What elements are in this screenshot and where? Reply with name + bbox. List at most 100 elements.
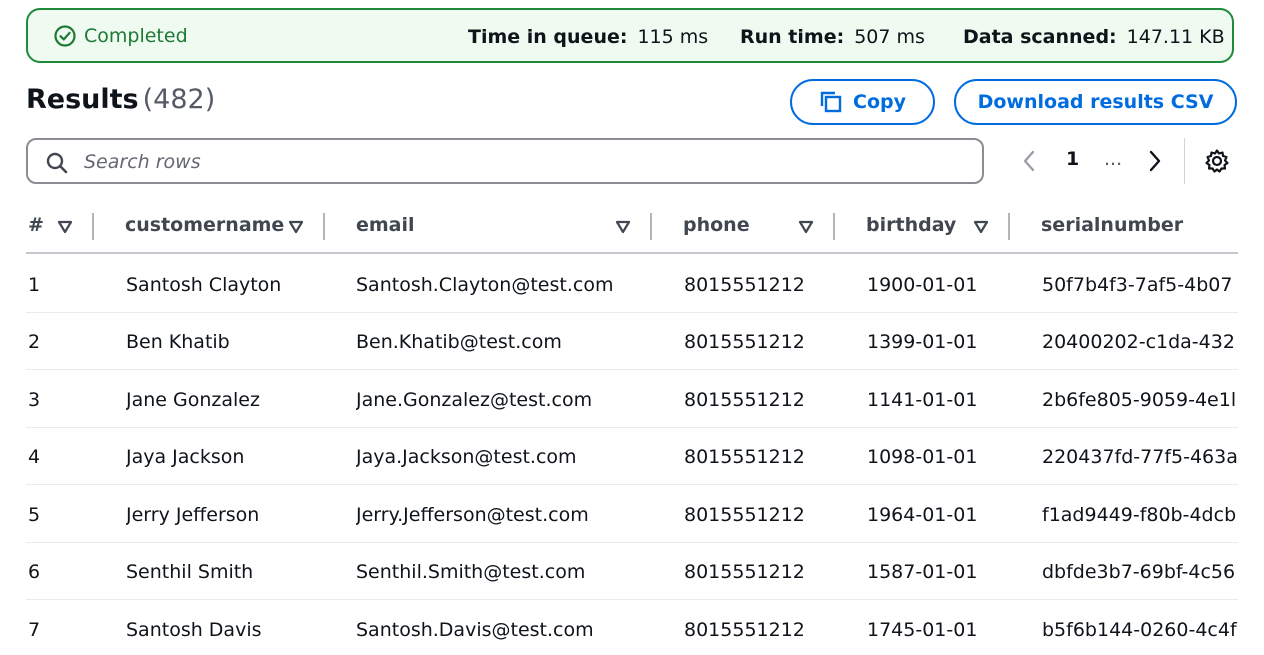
cell-customername: Senthil Smith <box>126 561 254 583</box>
cell-birthday: 1399-01-01 <box>867 331 978 353</box>
download-csv-button[interactable]: Download results CSV <box>954 79 1237 125</box>
cell-email: Jane.Gonzalez@test.com <box>356 389 593 411</box>
cell-serialnumber: 220437fd-77f5-463a <box>1042 446 1238 468</box>
cell-birthday: 1964-01-01 <box>867 504 978 526</box>
cell-index: 6 <box>28 561 41 583</box>
column-resizer[interactable] <box>833 213 835 240</box>
cell-email: Senthil.Smith@test.com <box>356 561 586 583</box>
search-input[interactable] <box>82 148 966 176</box>
cell-serialnumber: 2b6fe805-9059-4e1l <box>1042 389 1237 411</box>
cell-index: 7 <box>28 619 41 641</box>
results-table: # customername email phone birthday seri… <box>26 200 1238 655</box>
sort-down-icon[interactable] <box>57 220 73 234</box>
next-page-button[interactable] <box>1146 148 1164 179</box>
column-header-index[interactable]: # <box>28 214 44 236</box>
cell-index: 1 <box>28 274 41 296</box>
cell-customername: Jerry Jefferson <box>126 504 260 526</box>
cell-birthday: 1900-01-01 <box>867 274 978 296</box>
metric-value: 507 ms <box>854 26 925 48</box>
cell-serialnumber: 20400202-c1da-432 <box>1042 331 1235 353</box>
status-label: Completed <box>84 25 188 47</box>
cell-serialnumber: 50f7b4f3-7af5-4b07 <box>1042 274 1233 296</box>
cell-phone: 8015551212 <box>684 274 805 296</box>
table-row[interactable]: 3 Jane Gonzalez Jane.Gonzalez@test.com 8… <box>26 371 1238 428</box>
cell-email: Santosh.Clayton@test.com <box>356 274 614 296</box>
column-resizer[interactable] <box>92 213 94 240</box>
cell-index: 2 <box>28 331 41 353</box>
column-header-serialnumber[interactable]: serialnumber <box>1041 214 1183 236</box>
metric-run-time: Run time: 507 ms <box>740 26 925 48</box>
table-preferences-button[interactable] <box>1204 148 1230 179</box>
sort-down-icon[interactable] <box>615 220 631 234</box>
search-icon <box>46 152 68 174</box>
sort-down-icon[interactable] <box>973 220 989 234</box>
cell-phone: 8015551212 <box>684 619 805 641</box>
metric-label: Run time: <box>740 26 845 48</box>
column-header-customername[interactable]: customername <box>125 214 284 236</box>
search-box <box>26 138 984 184</box>
previous-page-button[interactable] <box>1020 148 1038 179</box>
metric-time-in-queue: Time in queue: 115 ms <box>468 26 708 48</box>
cell-email: Jaya.Jackson@test.com <box>356 446 577 468</box>
cell-customername: Santosh Clayton <box>126 274 282 296</box>
pagination-divider <box>1184 138 1185 184</box>
cell-birthday: 1098-01-01 <box>867 446 978 468</box>
cell-serialnumber: b5f6b144-0260-4c4f <box>1042 619 1237 641</box>
table-row[interactable]: 5 Jerry Jefferson Jerry.Jefferson@test.c… <box>26 486 1238 543</box>
column-resizer[interactable] <box>1008 213 1010 240</box>
metric-label: Data scanned: <box>963 26 1117 48</box>
chevron-left-icon <box>1023 150 1035 172</box>
cell-customername: Ben Khatib <box>126 331 230 353</box>
cell-index: 4 <box>28 446 41 468</box>
cell-customername: Santosh Davis <box>126 619 262 641</box>
sort-down-icon[interactable] <box>798 220 814 234</box>
results-count: (482) <box>142 84 216 115</box>
table-header: # customername email phone birthday seri… <box>26 200 1238 254</box>
cell-birthday: 1141-01-01 <box>867 389 978 411</box>
column-resizer[interactable] <box>323 213 325 240</box>
cell-birthday: 1745-01-01 <box>867 619 978 641</box>
check-circle-icon <box>54 25 76 47</box>
copy-icon <box>820 91 842 113</box>
cell-phone: 8015551212 <box>684 504 805 526</box>
cell-email: Jerry.Jefferson@test.com <box>356 504 589 526</box>
chevron-right-icon <box>1149 150 1161 172</box>
cell-index: 3 <box>28 389 41 411</box>
metric-value: 115 ms <box>637 26 709 48</box>
table-row[interactable]: 6 Senthil Smith Senthil.Smith@test.com 8… <box>26 543 1238 600</box>
cell-index: 5 <box>28 504 41 526</box>
cell-customername: Jaya Jackson <box>126 446 245 468</box>
cell-phone: 8015551212 <box>684 561 805 583</box>
cell-serialnumber: f1ad9449-f80b-4dcb <box>1042 504 1237 526</box>
cell-birthday: 1587-01-01 <box>867 561 978 583</box>
page-1-button[interactable]: 1 <box>1066 148 1079 170</box>
column-resizer[interactable] <box>650 213 652 240</box>
column-header-birthday[interactable]: birthday <box>866 214 956 236</box>
copy-button[interactable]: Copy <box>790 79 935 125</box>
metric-value: 147.11 KB <box>1126 26 1225 48</box>
table-row[interactable]: 4 Jaya Jackson Jaya.Jackson@test.com 801… <box>26 428 1238 485</box>
cell-phone: 8015551212 <box>684 389 805 411</box>
column-header-email[interactable]: email <box>356 214 415 236</box>
column-header-phone[interactable]: phone <box>683 214 750 236</box>
download-csv-label: Download results CSV <box>977 91 1214 113</box>
table-row[interactable]: 2 Ben Khatib Ben.Khatib@test.com 8015551… <box>26 313 1238 370</box>
cell-phone: 8015551212 <box>684 446 805 468</box>
metric-label: Time in queue: <box>468 26 628 48</box>
cell-email: Ben.Khatib@test.com <box>356 331 562 353</box>
status-completed: Completed <box>54 25 188 47</box>
cell-email: Santosh.Davis@test.com <box>356 619 594 641</box>
copy-button-label: Copy <box>853 91 906 113</box>
table-row[interactable]: 7 Santosh Davis Santosh.Davis@test.com 8… <box>26 601 1238 655</box>
pagination-ellipsis: ... <box>1104 148 1123 170</box>
metric-data-scanned: Data scanned: 147.11 KB <box>963 26 1225 48</box>
gear-icon <box>1205 149 1229 173</box>
cell-customername: Jane Gonzalez <box>126 389 260 411</box>
table-row[interactable]: 1 Santosh Clayton Santosh.Clayton@test.c… <box>26 256 1238 313</box>
query-status-bar: Completed Time in queue: 115 ms Run time:… <box>26 8 1234 63</box>
results-heading: Results (482) <box>26 84 215 115</box>
cell-serialnumber: dbfde3b7-69bf-4c56 <box>1042 561 1236 583</box>
results-title: Results <box>26 84 139 115</box>
sort-down-icon[interactable] <box>288 220 304 234</box>
cell-phone: 8015551212 <box>684 331 805 353</box>
